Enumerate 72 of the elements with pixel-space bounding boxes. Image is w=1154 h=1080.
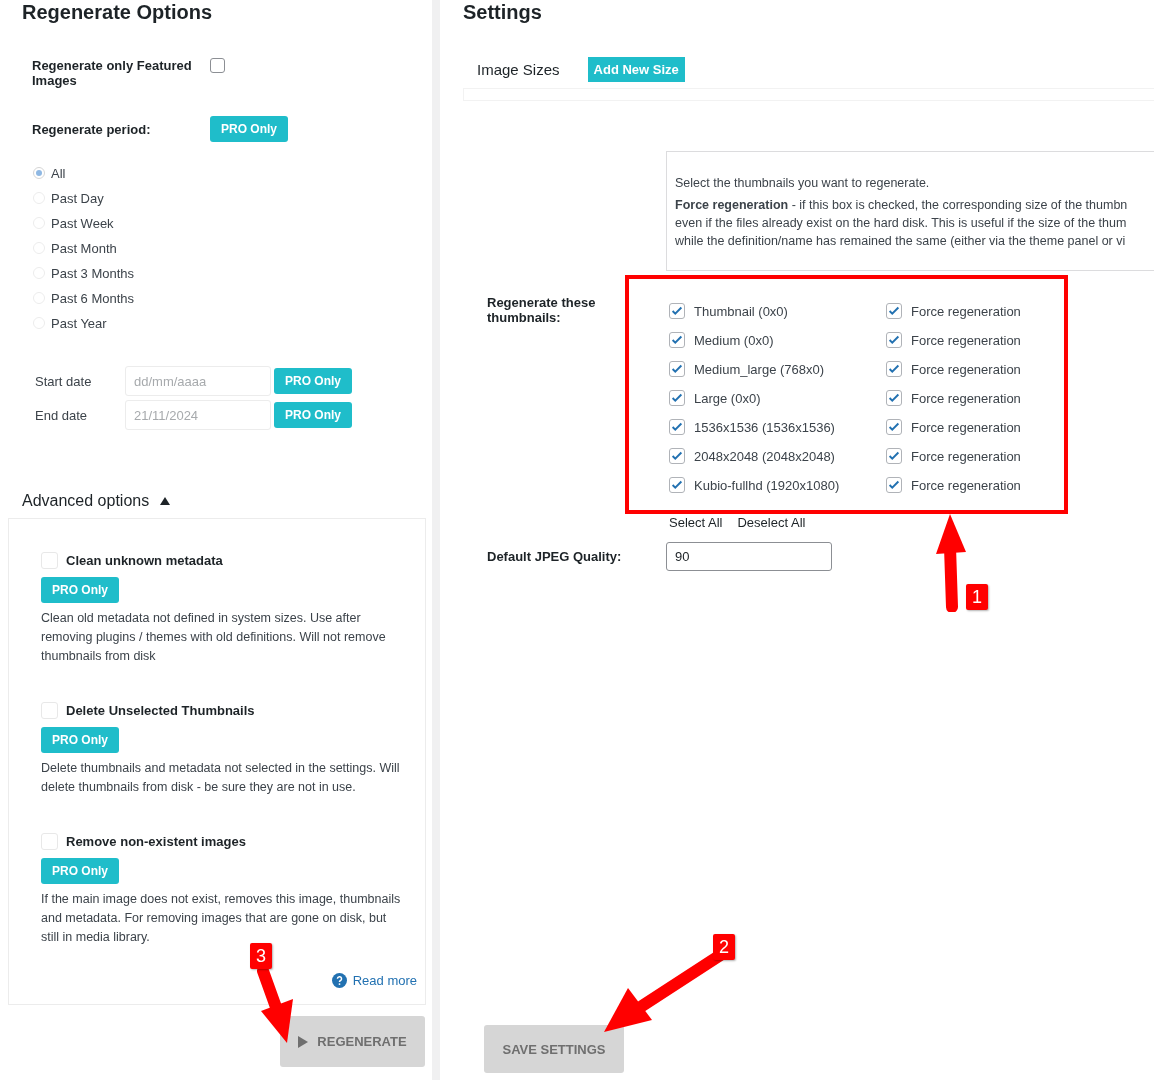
radio-label: Past Day	[51, 190, 104, 206]
size-label: Thumbnail (0x0)	[694, 303, 789, 319]
size-label: 2048x2048 (2048x2048)	[694, 448, 836, 464]
date-label: End date	[35, 407, 89, 423]
pro-only-button[interactable]: PRO Only	[41, 858, 119, 884]
option-label: Delete Unselected Thumbnails	[66, 703, 255, 718]
size-label: 1536x1536 (1536x1536)	[694, 419, 836, 435]
force-label: Force regeneration	[911, 303, 1022, 319]
pro-only-button[interactable]: PRO Only	[274, 368, 352, 394]
radio-label: Past 6 Months	[51, 290, 135, 306]
radio-label: Past Month	[51, 240, 117, 256]
force-label: Force regeneration	[911, 390, 1022, 406]
size-label: Kubio-fullhd (1920x1080)	[694, 477, 841, 493]
checkbox[interactable]	[886, 332, 902, 348]
checkbox[interactable]	[669, 390, 685, 406]
field-label: Regenerate these thumbnails:	[487, 295, 597, 325]
radio-label: Past 3 Months	[51, 265, 135, 281]
checkbox[interactable]	[669, 477, 685, 493]
force-label: Force regeneration	[911, 332, 1022, 348]
pro-only-button[interactable]: PRO Only	[210, 116, 288, 142]
checkbox[interactable]	[886, 390, 902, 406]
pro-only-button[interactable]: PRO Only	[41, 727, 119, 753]
tab[interactable]: Image Sizes	[477, 61, 560, 78]
checkbox[interactable]	[886, 448, 902, 464]
option-label: Regenerate only Featured Images	[32, 58, 193, 88]
checkbox[interactable]	[669, 448, 685, 464]
checkbox[interactable]	[669, 361, 685, 377]
step-number-badge: 3	[250, 943, 272, 969]
force-label: Force regeneration	[911, 477, 1022, 493]
read-more-link[interactable]: Read more	[352, 973, 417, 988]
checkbox[interactable]	[669, 419, 685, 435]
add-new-size-button[interactable]: Add New Size	[587, 57, 685, 82]
radio-button[interactable]	[33, 167, 45, 179]
checkbox[interactable]	[886, 303, 902, 319]
checkbox[interactable]	[886, 477, 902, 493]
select-all-link[interactable]: Select All	[669, 515, 723, 530]
checkbox[interactable]	[886, 419, 902, 435]
panel-title: Regenerate Options	[21, 0, 214, 24]
option-label: Regenerate period:	[32, 121, 152, 137]
section-title[interactable]: Advanced options	[22, 492, 150, 510]
force-label: Force regeneration	[911, 361, 1022, 377]
pro-only-button[interactable]: PRO Only	[41, 577, 119, 603]
force-label: Force regeneration	[911, 419, 1022, 435]
checkbox[interactable]	[669, 303, 685, 319]
option-description: If the main image does not exist, removes this image, thumbnails and metadata. For removing images that are gone on disk, but still in media library.	[41, 891, 402, 946]
pro-only-button[interactable]: PRO Only	[274, 402, 352, 428]
size-label: Large (0x0)	[694, 390, 762, 406]
radio-label: All	[51, 165, 66, 181]
caret-icon[interactable]	[160, 497, 171, 505]
help-icon	[331, 973, 347, 988]
force-label: Force regeneration	[911, 448, 1022, 464]
field-label: Default JPEG Quality:	[487, 549, 623, 564]
quality-field[interactable]: 90	[666, 542, 832, 571]
checkbox[interactable]	[669, 332, 685, 348]
option-label: Clean unknown metadata	[66, 553, 223, 568]
help-text: Force regeneration - if this box is checked, the corresponding size of the thumbn even if the files already exist on the hard disk. This is useful if the size of the thum while the definition/name has remained the same (either via the theme panel or vi	[675, 197, 1129, 250]
deselect-all-link[interactable]: Deselect All	[737, 515, 806, 530]
checkbox[interactable]	[886, 361, 902, 377]
option-description: Clean old metadata not defined in system sizes. Use after removing plugins / themes with old definitions. Will not remove thumbnails from disk	[41, 610, 387, 665]
step-number-badge: 1	[966, 584, 988, 610]
play-icon	[298, 1035, 309, 1048]
panel-title: Settings	[463, 0, 543, 24]
option-description: Delete thumbnails and metadata not selected in the settings. Will delete thumbnails from disk - be sure they are not in use.	[41, 760, 401, 796]
size-label: Medium_large (768x0)	[694, 361, 826, 377]
date-label: Start date	[35, 373, 93, 389]
size-label: Medium (0x0)	[694, 332, 775, 348]
checkbox[interactable]	[210, 58, 225, 73]
option-label: Remove non-existent images	[66, 834, 246, 849]
help-text: Select the thumbnails you want to regenerate.	[675, 175, 931, 192]
radio-label: Past Year	[51, 315, 107, 331]
radio-label: Past Week	[51, 215, 114, 231]
step-number-badge: 2	[713, 934, 735, 960]
